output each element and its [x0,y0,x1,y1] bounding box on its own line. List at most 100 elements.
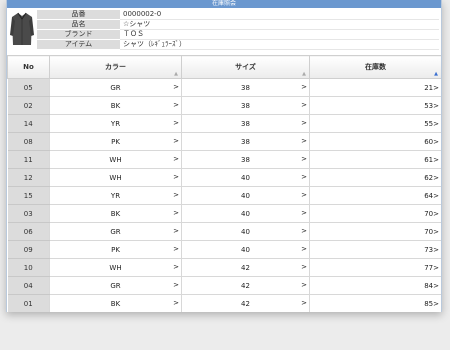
size-cell[interactable]: 42 > [181,258,310,277]
chevron-right-icon[interactable]: > [173,151,179,168]
chevron-right-icon[interactable]: > [433,174,439,182]
chevron-right-icon[interactable]: > [301,223,307,240]
chevron-right-icon[interactable]: > [173,187,179,204]
color-cell[interactable]: YR > [49,114,182,133]
table-row[interactable]: 10 WH >42 >77> [7,258,441,277]
table-row[interactable]: 09 PK >40 >73> [7,240,441,259]
chevron-right-icon[interactable]: > [301,151,307,168]
chevron-right-icon[interactable]: > [433,282,439,290]
size-cell[interactable]: 40 > [181,204,310,223]
color-cell[interactable]: WH > [49,168,182,187]
window-title: 在庫照会 [7,0,441,8]
chevron-right-icon[interactable]: > [433,210,439,218]
color-cell[interactable]: YR > [49,186,182,205]
color-value: PK [111,137,120,146]
chevron-right-icon[interactable]: > [173,133,179,150]
color-value: BK [110,209,121,218]
table-row[interactable]: 01 BK >42 >85> [7,294,441,312]
chevron-right-icon[interactable]: > [433,300,439,308]
table-row[interactable]: 15 YR >40 >64> [7,186,441,205]
chevron-right-icon[interactable]: > [173,223,179,240]
chevron-right-icon[interactable]: > [301,115,307,132]
chevron-right-icon[interactable]: > [173,97,179,114]
table-row[interactable]: 12 WH >40 >62> [7,168,441,187]
chevron-right-icon[interactable]: > [173,205,179,222]
chevron-right-icon[interactable]: > [173,259,179,276]
size-cell[interactable]: 42 > [181,294,310,312]
stock-cell[interactable]: 70> [309,204,441,223]
chevron-right-icon[interactable]: > [433,138,439,146]
column-header-no[interactable]: No [7,55,50,79]
stock-cell[interactable]: 55> [309,114,441,133]
size-cell[interactable]: 40 > [181,186,310,205]
chevron-right-icon[interactable]: > [301,241,307,258]
chevron-right-icon[interactable]: > [301,259,307,276]
stock-cell[interactable]: 21> [309,78,441,97]
stock-cell[interactable]: 62> [309,168,441,187]
chevron-right-icon[interactable]: > [433,102,439,110]
stock-cell[interactable]: 53> [309,96,441,115]
chevron-right-icon[interactable]: > [433,156,439,164]
size-cell[interactable]: 40 > [181,168,310,187]
table-row[interactable]: 02 BK >38 >53> [7,96,441,115]
size-cell[interactable]: 40 > [181,240,310,259]
color-cell[interactable]: GR > [49,276,182,295]
stock-cell[interactable]: 85> [309,294,441,312]
table-row[interactable]: 05 GR >38 >21> [7,78,441,97]
size-cell[interactable]: 40 > [181,222,310,241]
value-product-name: ☆シャツ [120,19,439,30]
chevron-right-icon[interactable]: > [433,84,439,92]
color-cell[interactable]: GR > [49,222,182,241]
stock-cell[interactable]: 60> [309,132,441,151]
color-cell[interactable]: GR > [49,78,182,97]
color-cell[interactable]: BK > [49,204,182,223]
table-row[interactable]: 08 PK >38 >60> [7,132,441,151]
table-row[interactable]: 14 YR >38 >55> [7,114,441,133]
chevron-right-icon[interactable]: > [301,277,307,294]
chevron-right-icon[interactable]: > [173,277,179,294]
table-row[interactable]: 06 GR >40 >70> [7,222,441,241]
color-cell[interactable]: PK > [49,132,182,151]
stock-cell[interactable]: 73> [309,240,441,259]
color-cell[interactable]: BK > [49,96,182,115]
chevron-right-icon[interactable]: > [173,79,179,96]
chevron-right-icon[interactable]: > [301,295,307,312]
color-cell[interactable]: WH > [49,150,182,169]
column-header-size[interactable]: サイズ ▲ [181,55,310,79]
stock-cell[interactable]: 61> [309,150,441,169]
chevron-right-icon[interactable]: > [433,120,439,128]
chevron-right-icon[interactable]: > [173,169,179,186]
chevron-right-icon[interactable]: > [433,246,439,254]
size-cell[interactable]: 38 > [181,132,310,151]
size-cell[interactable]: 38 > [181,78,310,97]
color-cell[interactable]: WH > [49,258,182,277]
size-cell[interactable]: 42 > [181,276,310,295]
chevron-right-icon[interactable]: > [433,192,439,200]
size-cell[interactable]: 38 > [181,96,310,115]
chevron-right-icon[interactable]: > [173,241,179,258]
chevron-right-icon[interactable]: > [433,264,439,272]
chevron-right-icon[interactable]: > [433,228,439,236]
stock-cell[interactable]: 77> [309,258,441,277]
color-cell[interactable]: BK > [49,294,182,312]
column-header-stock[interactable]: 在庫数 ▲ [309,55,441,79]
stock-cell[interactable]: 64> [309,186,441,205]
chevron-right-icon[interactable]: > [301,97,307,114]
chevron-right-icon[interactable]: > [301,169,307,186]
chevron-right-icon[interactable]: > [301,187,307,204]
column-header-color[interactable]: カラー ▲ [49,55,182,79]
label-brand: ブランド [37,29,120,40]
chevron-right-icon[interactable]: > [301,79,307,96]
table-row[interactable]: 11 WH >38 >61> [7,150,441,169]
chevron-right-icon[interactable]: > [301,133,307,150]
size-cell[interactable]: 38 > [181,150,310,169]
size-cell[interactable]: 38 > [181,114,310,133]
chevron-right-icon[interactable]: > [173,115,179,132]
color-cell[interactable]: PK > [49,240,182,259]
table-row[interactable]: 03 BK >40 >70> [7,204,441,223]
stock-cell[interactable]: 70> [309,222,441,241]
stock-cell[interactable]: 84> [309,276,441,295]
table-row[interactable]: 04 GR >42 >84> [7,276,441,295]
chevron-right-icon[interactable]: > [301,205,307,222]
chevron-right-icon[interactable]: > [173,295,179,312]
